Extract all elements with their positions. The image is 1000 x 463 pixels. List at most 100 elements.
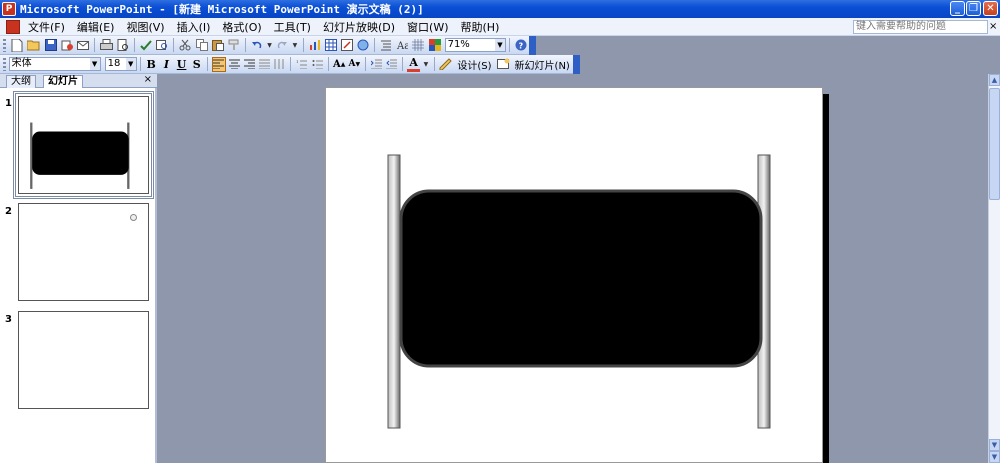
save-icon[interactable] — [44, 38, 57, 52]
toolbar-grip[interactable] — [3, 38, 6, 52]
open-icon[interactable] — [26, 38, 41, 52]
slide-number: 3 — [5, 314, 12, 325]
shrink-font-button[interactable]: A ▼ — [348, 57, 361, 72]
bold-button[interactable]: B — [145, 57, 158, 72]
toolbar-separator — [244, 38, 246, 52]
font-name-combobox[interactable]: 宋体 ▼ — [8, 57, 101, 71]
toolbar-separator — [433, 57, 435, 71]
menu-slide-show[interactable]: 幻灯片放映(D) — [323, 19, 395, 35]
align-left-button[interactable] — [212, 56, 226, 72]
undo-icon[interactable] — [251, 38, 263, 52]
font-name-value: 宋体 — [11, 58, 32, 69]
columns-button[interactable] — [273, 57, 286, 72]
design-button-label[interactable]: 设计(S) — [457, 57, 491, 72]
scroll-down-button[interactable]: ▼ — [989, 439, 1000, 451]
copy-icon[interactable] — [195, 38, 208, 52]
insert-table-icon[interactable] — [324, 38, 337, 52]
close-button[interactable]: ✕ — [983, 1, 998, 16]
decrease-indent-icon[interactable] — [370, 57, 383, 72]
new-slide-icon[interactable] — [496, 57, 510, 71]
scroll-thumb[interactable] — [989, 88, 1000, 200]
toolbar-separator — [374, 38, 375, 52]
show-grid-icon[interactable] — [412, 38, 425, 52]
document-icon[interactable] — [6, 19, 20, 34]
show-formatting-icon[interactable]: Aa — [396, 38, 408, 52]
italic-button[interactable]: I — [160, 57, 173, 72]
grow-font-button[interactable]: A ▲ — [333, 57, 346, 72]
document-close-button[interactable]: × — [989, 20, 998, 34]
menu-insert[interactable]: 插入(I) — [177, 19, 211, 35]
left-cylinder-shape[interactable] — [387, 154, 401, 429]
insert-hyperlink-icon[interactable] — [357, 38, 369, 52]
menu-window[interactable]: 窗口(W) — [407, 19, 448, 35]
shadow-button[interactable]: S — [190, 57, 203, 72]
svg-text:Aa: Aa — [396, 41, 408, 51]
permission-icon[interactable] — [61, 38, 73, 52]
menu-file[interactable]: 文件(F) — [28, 19, 65, 35]
toolbar-separator — [173, 38, 175, 52]
scroll-up-button[interactable]: ▲ — [989, 74, 1000, 86]
redo-dropdown-icon[interactable]: ▼ — [292, 38, 298, 52]
paste-icon[interactable] — [211, 38, 224, 52]
help-search-input[interactable]: 键入需要帮助的问题 — [853, 20, 988, 34]
tab-outline[interactable]: 大纲 — [6, 75, 36, 88]
slide-thumbnail-1[interactable] — [13, 91, 154, 199]
print-preview-icon[interactable] — [117, 38, 129, 52]
menu-tools[interactable]: 工具(T) — [274, 19, 311, 35]
rounded-rectangle-shape[interactable] — [399, 189, 763, 368]
grow-font-label: A — [332, 58, 341, 70]
powerpoint-app-icon[interactable]: P — [2, 2, 16, 16]
restore-button[interactable]: ❐ — [966, 1, 981, 16]
minimize-button[interactable]: _ — [950, 1, 965, 16]
vertical-scrollbar[interactable]: ▲ ▼ ▼ — [988, 74, 1000, 463]
align-center-button[interactable] — [228, 57, 241, 72]
toolbar-separator — [302, 38, 304, 52]
new-slide-button-label[interactable]: 新幻灯片(N) — [515, 57, 570, 72]
toolbar-separator — [327, 57, 329, 71]
spelling-icon[interactable] — [140, 38, 152, 52]
color-grayscale-icon[interactable] — [428, 38, 441, 52]
menu-view[interactable]: 视图(V) — [126, 19, 164, 35]
toolbar-grip[interactable] — [3, 57, 6, 71]
toolbar-options-button[interactable] — [529, 35, 536, 55]
expand-all-icon[interactable] — [380, 38, 392, 52]
cut-icon[interactable] — [179, 38, 191, 52]
distributed-button[interactable] — [258, 57, 271, 72]
increase-indent-icon[interactable] — [385, 57, 398, 72]
tables-borders-icon[interactable] — [340, 38, 353, 52]
chevron-down-icon[interactable]: ▼ — [125, 58, 136, 70]
design-icon[interactable] — [439, 57, 453, 71]
bullets-icon[interactable] — [310, 57, 323, 72]
toolbar-separator — [134, 38, 136, 52]
chevron-down-icon[interactable]: ▼ — [494, 39, 505, 51]
slide-thumbnail-3[interactable] — [18, 311, 149, 409]
underline-button[interactable]: U — [175, 57, 188, 72]
help-icon[interactable]: ? — [515, 38, 527, 52]
font-color-dropdown-icon[interactable]: ▼ — [423, 57, 429, 71]
font-color-button[interactable]: A — [407, 56, 421, 72]
align-right-button[interactable] — [243, 57, 256, 72]
menu-help[interactable]: 帮助(H) — [461, 19, 500, 35]
menu-format[interactable]: 格式(O) — [222, 19, 261, 35]
zoom-combobox[interactable]: 71% ▼ — [444, 38, 506, 52]
tab-slides[interactable]: 幻灯片 — [43, 75, 83, 88]
toolbar-options-button[interactable] — [572, 54, 580, 74]
menu-edit[interactable]: 编辑(E) — [77, 19, 115, 35]
redo-icon[interactable] — [276, 38, 288, 52]
undo-dropdown-icon[interactable]: ▼ — [267, 38, 272, 52]
next-slide-button[interactable]: ▼ — [989, 451, 1000, 463]
current-slide[interactable] — [325, 87, 823, 463]
print-icon[interactable] — [100, 38, 114, 52]
insert-chart-icon[interactable] — [308, 38, 320, 52]
pane-close-icon[interactable]: × — [144, 74, 152, 85]
slide-thumbnail-2[interactable] — [18, 203, 149, 301]
email-icon[interactable] — [77, 38, 90, 52]
font-size-combobox[interactable]: 18 ▼ — [104, 57, 137, 71]
pane-tab-bar: 大纲 幻灯片 × — [0, 74, 157, 88]
research-icon[interactable] — [156, 38, 168, 52]
new-icon[interactable] — [11, 38, 23, 52]
chevron-down-icon[interactable]: ▼ — [89, 58, 100, 70]
animation-indicator-icon — [130, 214, 137, 221]
numbering-icon[interactable]: 1 — [295, 57, 308, 72]
format-painter-icon[interactable] — [228, 38, 240, 52]
